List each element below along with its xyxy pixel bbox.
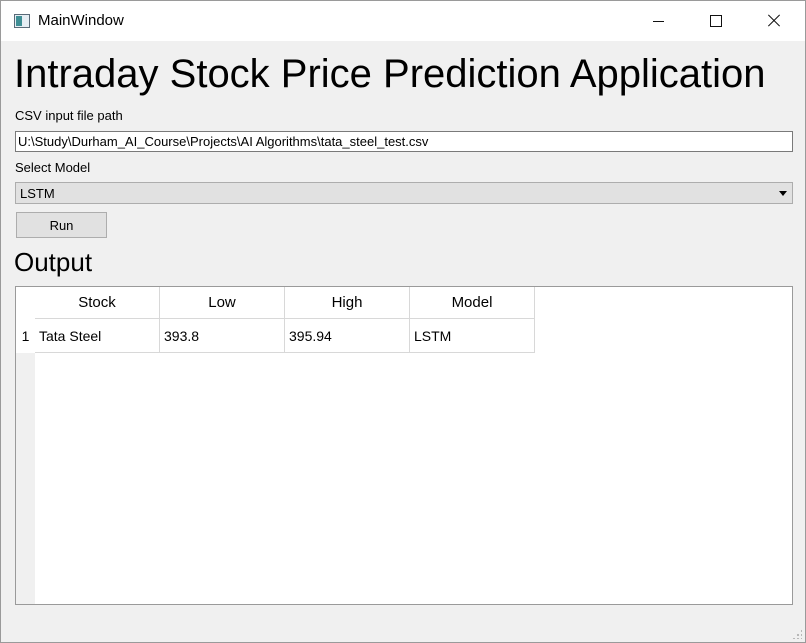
app-window-icon bbox=[14, 14, 30, 28]
column-header-low[interactable]: Low bbox=[160, 287, 285, 319]
csv-path-label: CSV input file path bbox=[15, 108, 123, 123]
minimize-icon bbox=[652, 20, 664, 22]
csv-path-input[interactable] bbox=[15, 131, 793, 152]
maximize-icon bbox=[710, 15, 722, 27]
run-button[interactable]: Run bbox=[16, 212, 107, 238]
column-header-high[interactable]: High bbox=[285, 287, 410, 319]
row-header-1[interactable]: 1 bbox=[16, 319, 35, 353]
table-cell-stock[interactable]: Tata Steel bbox=[35, 319, 160, 353]
output-table[interactable]: 1 Stock Low High Model Tata Steel 393.8 … bbox=[15, 286, 793, 605]
model-dropdown[interactable]: LSTM bbox=[15, 182, 793, 204]
column-header-model[interactable]: Model bbox=[410, 287, 535, 319]
title-bar[interactable]: MainWindow bbox=[1, 1, 805, 41]
main-window: MainWindow Intraday Stock Price Predicti… bbox=[0, 0, 806, 643]
table-cell-low[interactable]: 393.8 bbox=[160, 319, 285, 353]
table-corner-button[interactable] bbox=[16, 287, 35, 319]
close-icon bbox=[767, 14, 781, 28]
close-button[interactable] bbox=[745, 1, 803, 41]
column-header-stock[interactable]: Stock bbox=[35, 287, 160, 319]
resize-grip-icon[interactable] bbox=[792, 629, 802, 639]
window-title: MainWindow bbox=[38, 12, 124, 29]
table-cell-high[interactable]: 395.94 bbox=[285, 319, 410, 353]
select-model-label: Select Model bbox=[15, 160, 91, 175]
maximize-button[interactable] bbox=[687, 1, 745, 41]
page-title: Intraday Stock Price Prediction Applicat… bbox=[14, 52, 766, 96]
output-title: Output bbox=[14, 247, 93, 277]
chevron-down-icon bbox=[779, 191, 787, 196]
table-cell-model[interactable]: LSTM bbox=[410, 319, 535, 353]
minimize-button[interactable] bbox=[629, 1, 687, 41]
model-dropdown-value: LSTM bbox=[20, 186, 55, 201]
